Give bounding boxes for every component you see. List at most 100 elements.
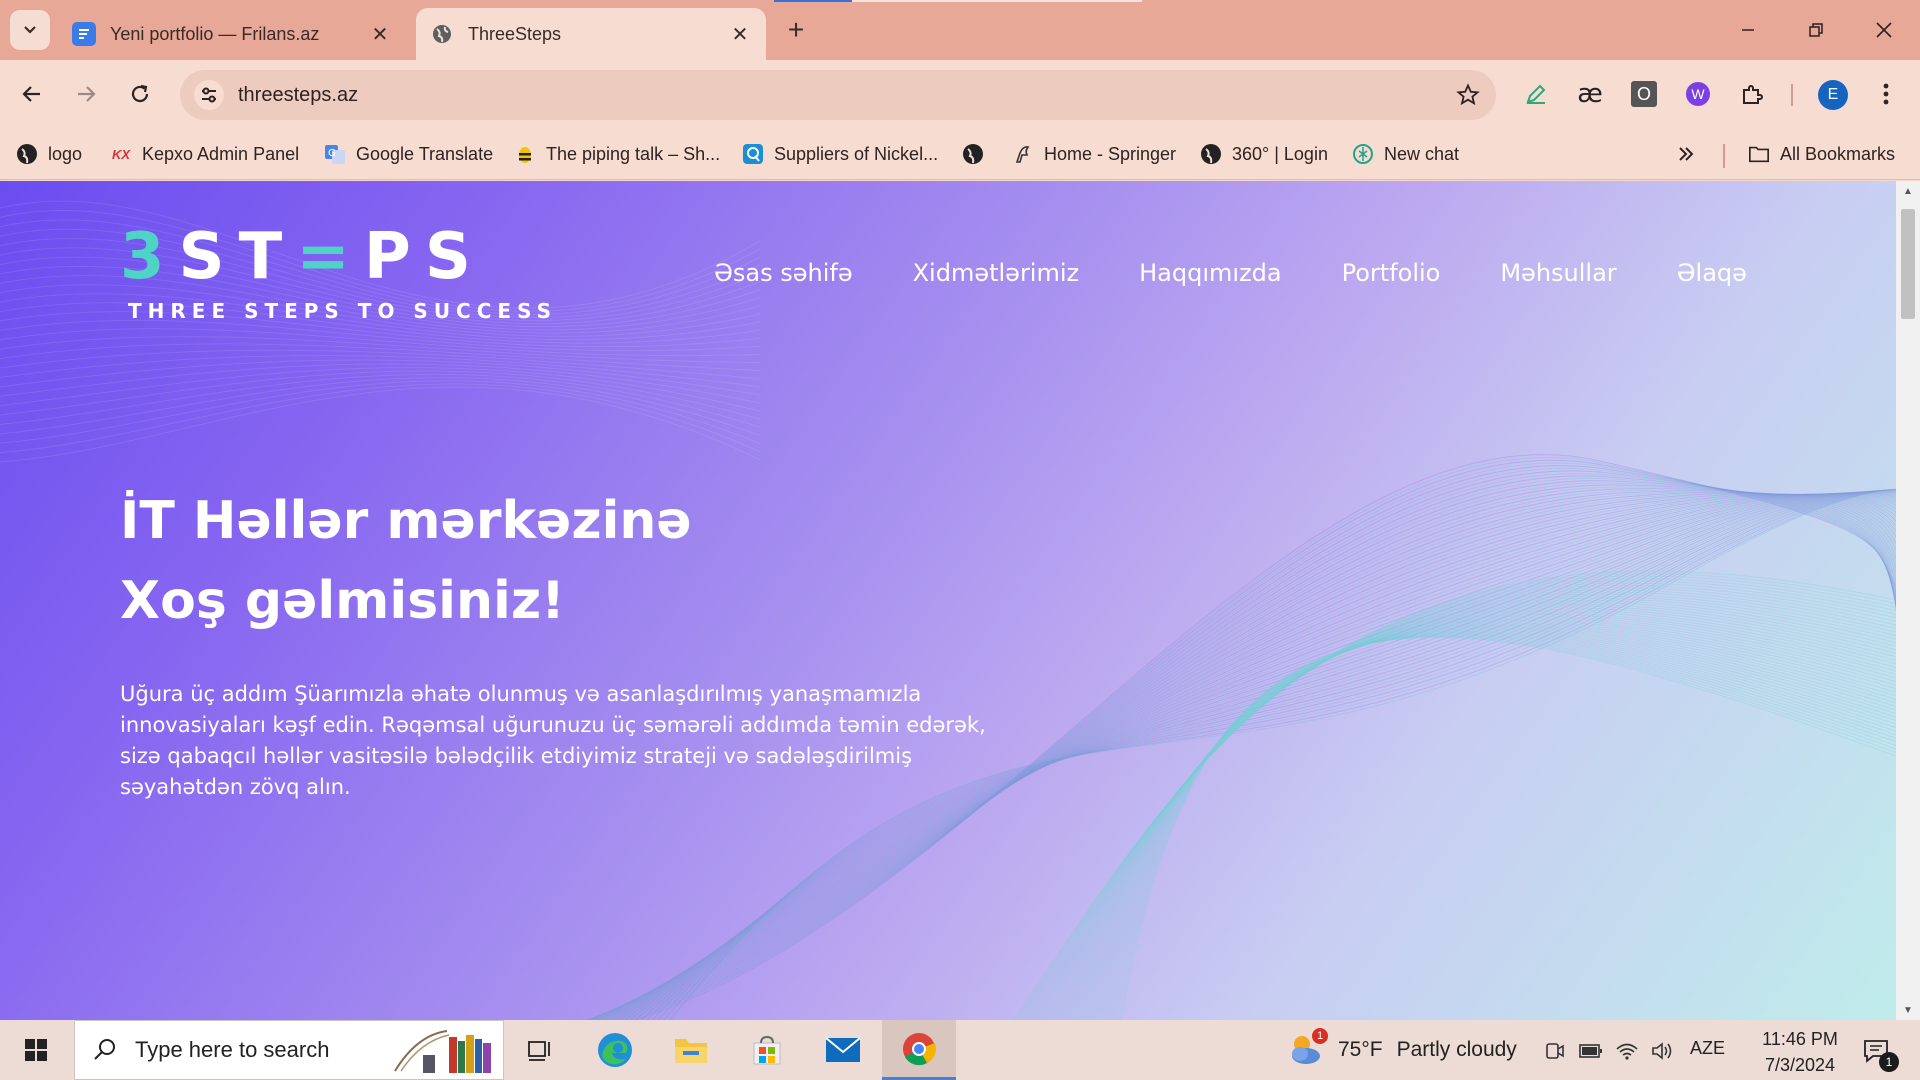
site-nav: Əsas səhifə Xidmətlərimiz Haqqımızda Por… [714, 259, 1807, 287]
nav-about[interactable]: Haqqımızda [1139, 259, 1281, 287]
kepxo-icon: KX [111, 146, 131, 162]
ae-extension-icon[interactable]: æ [1572, 76, 1608, 112]
url-text[interactable]: threesteps.az [238, 84, 1446, 107]
search-icon [91, 1036, 119, 1064]
close-tab-icon[interactable]: ✕ [726, 20, 754, 48]
notification-center-button[interactable]: 1 [1858, 1032, 1899, 1072]
page-scrollbar[interactable]: ▲ ▼ [1896, 181, 1920, 1020]
bookmark-suppliers-nickel[interactable]: Suppliers of Nickel... [742, 138, 938, 170]
bookmark-kepxo[interactable]: KX Kepxo Admin Panel [110, 138, 299, 170]
back-button[interactable] [12, 74, 52, 114]
scroll-up-arrow-icon[interactable]: ▲ [1896, 181, 1920, 201]
restore-button[interactable] [1782, 0, 1850, 60]
nav-services[interactable]: Xidmətlərimiz [913, 259, 1080, 287]
pen-extension-icon[interactable] [1518, 76, 1554, 112]
bookmark-globe[interactable] [962, 138, 994, 170]
scrollbar-thumb[interactable] [1901, 209, 1915, 319]
weather-alert-badge: 1 [1312, 1028, 1328, 1044]
bookmark-star-button[interactable] [1446, 73, 1490, 117]
meet-now-icon[interactable] [1542, 1038, 1568, 1064]
page-viewport: 3ST=PS THREE STEPS TO SUCCESS Əsas səhif… [0, 181, 1896, 1020]
arrow-right-icon [78, 86, 96, 102]
new-tab-button[interactable]: + [780, 14, 812, 46]
system-clock[interactable]: 11:46 PM 7/3/2024 [1750, 1026, 1850, 1078]
bookmark-new-chat[interactable]: New chat [1352, 138, 1459, 170]
chrome-taskbar-button[interactable] [882, 1020, 956, 1080]
windows-logo-icon [25, 1039, 47, 1061]
forward-button[interactable] [66, 74, 106, 114]
volume-icon[interactable] [1650, 1038, 1676, 1064]
chevron-down-icon [24, 26, 36, 34]
reload-icon [131, 84, 149, 103]
toolbar-divider [1791, 84, 1793, 106]
hero-heading-line-1: İT Həllər mərkəzinə [120, 491, 692, 551]
extensions-puzzle-icon[interactable] [1734, 76, 1770, 112]
tab-frilans[interactable]: Yeni portfolio — Frilans.az ✕ [58, 8, 406, 60]
weather-widget[interactable]: 1 75°F Partly cloudy [1286, 1020, 1517, 1080]
close-window-button[interactable] [1850, 0, 1918, 60]
bookmarks-bar: logo KX Kepxo Admin Panel G Google Trans… [0, 128, 1920, 180]
tab-title: Yeni portfolio — Frilans.az [110, 23, 320, 44]
frilans-icon [72, 22, 96, 46]
loading-indicator [774, 0, 852, 2]
close-tab-icon[interactable]: ✕ [366, 20, 394, 48]
close-icon [1876, 22, 1892, 38]
store-icon [753, 1035, 781, 1065]
bookmark-360-login[interactable]: 360° | Login [1200, 138, 1328, 170]
notification-count-badge: 1 [1879, 1052, 1899, 1072]
address-bar[interactable]: threesteps.az [180, 70, 1496, 120]
taskbar-search-box[interactable]: Type here to search [74, 1020, 504, 1080]
nav-home[interactable]: Əsas səhifə [714, 259, 853, 287]
wifi-icon[interactable] [1614, 1038, 1640, 1064]
svg-text:G: G [328, 148, 336, 159]
edge-taskbar-button[interactable] [578, 1020, 652, 1080]
mail-taskbar-button[interactable] [806, 1020, 880, 1080]
tab-title: ThreeSteps [468, 23, 562, 44]
bookmarks-divider [1723, 144, 1725, 168]
battery-icon[interactable] [1578, 1038, 1604, 1064]
folder-icon [1748, 143, 1770, 165]
w-extension-icon[interactable]: W [1680, 76, 1716, 112]
loading-track [852, 0, 1142, 2]
partly-cloudy-icon: 1 [1286, 1028, 1328, 1070]
profile-avatar[interactable]: E [1818, 80, 1848, 110]
tab-search-button[interactable] [10, 10, 50, 50]
file-explorer-taskbar-button[interactable] [654, 1020, 728, 1080]
site-info-icon[interactable] [194, 80, 224, 110]
mail-icon [825, 1037, 861, 1062]
input-language-indicator[interactable]: AZE [1690, 1038, 1725, 1059]
nav-contact[interactable]: Əlaqə [1677, 259, 1747, 287]
tab-threesteps[interactable]: ThreeSteps ✕ [416, 8, 766, 60]
microsoft-store-taskbar-button[interactable] [730, 1020, 804, 1080]
site-logo[interactable]: 3ST=PS THREE STEPS TO SUCCESS [120, 225, 557, 323]
all-bookmarks-button[interactable]: All Bookmarks [1748, 138, 1895, 170]
arrow-left-icon [22, 86, 40, 102]
scroll-down-arrow-icon[interactable]: ▼ [1896, 1000, 1920, 1020]
kebab-menu-icon[interactable] [1868, 76, 1904, 112]
notification-icon: 1 [1863, 1038, 1899, 1072]
bookmark-springer[interactable]: Home - Springer [1012, 138, 1176, 170]
minimize-button[interactable] [1714, 0, 1782, 60]
task-view-button[interactable] [502, 1020, 576, 1080]
globe-icon [962, 143, 984, 165]
nav-products[interactable]: Məhsullar [1500, 259, 1616, 287]
more-bookmarks-button[interactable] [1676, 138, 1696, 170]
globe-icon [16, 143, 38, 165]
task-view-icon [528, 1041, 550, 1061]
bookmark-google-translate[interactable]: G Google Translate [324, 138, 493, 170]
logo-tagline: THREE STEPS TO SUCCESS [128, 299, 557, 323]
windows-taskbar: Type here to search 1 75°F Partly cloudy… [0, 1020, 1920, 1080]
reload-button[interactable] [120, 74, 160, 114]
start-button[interactable] [0, 1020, 72, 1080]
search-highlight-illustration [394, 1030, 491, 1073]
bookmark-logo[interactable]: logo [16, 138, 82, 170]
translate-icon: G [324, 143, 346, 165]
chrome-icon [903, 1032, 937, 1065]
hero-heading: İT Həllər mərkəzinə Xoş gəlmisiniz! [120, 481, 692, 641]
nav-portfolio[interactable]: Portfolio [1342, 259, 1441, 287]
clock-time: 11:46 PM [1762, 1029, 1838, 1049]
bookmark-piping-talk[interactable]: The piping talk – Sh... [514, 138, 720, 170]
edge-icon [598, 1033, 632, 1067]
o-extension-icon[interactable]: O [1626, 76, 1662, 112]
clock-date: 7/3/2024 [1764, 1055, 1836, 1075]
